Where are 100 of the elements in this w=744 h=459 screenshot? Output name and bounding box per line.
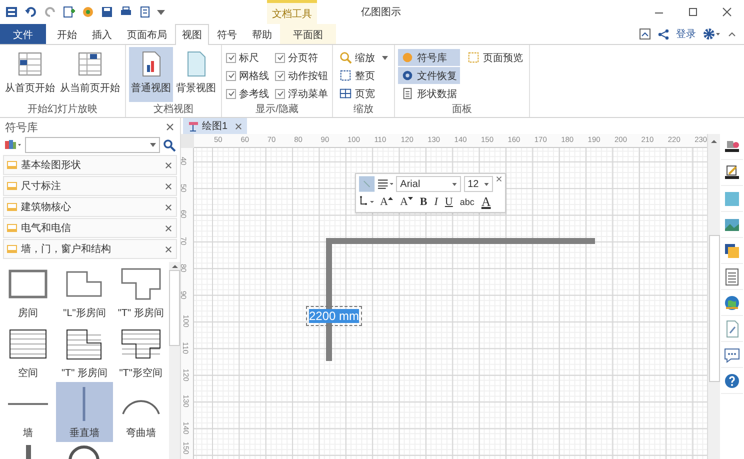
- folder-icon: [7, 160, 17, 170]
- close-icon[interactable]: [165, 246, 172, 252]
- italic-button[interactable]: I: [432, 196, 440, 208]
- close-icon[interactable]: [234, 122, 242, 130]
- library-item[interactable]: 电气和电信: [3, 218, 177, 238]
- close-icon[interactable]: [165, 224, 172, 232]
- shape-item[interactable]: "T"形空间: [112, 322, 169, 382]
- underline-button[interactable]: U: [442, 196, 455, 208]
- shape-item[interactable]: "L"形房间: [56, 262, 113, 322]
- ribbon-tab[interactable]: 平面图: [280, 24, 336, 44]
- maximize-icon[interactable]: [688, 7, 698, 17]
- ribbon-button[interactable]: 页宽: [336, 85, 391, 102]
- ribbon-button[interactable]: 缩放: [336, 49, 391, 66]
- view-button[interactable]: 背景视图: [174, 47, 218, 102]
- shape-thumbnail: [120, 268, 161, 300]
- font-color-button[interactable]: A: [479, 194, 493, 210]
- close-icon[interactable]: [496, 176, 502, 182]
- group-label: 文档视图: [152, 102, 194, 117]
- ribbon-button[interactable]: 形状数据: [398, 85, 460, 102]
- panel-title: 符号库: [5, 120, 38, 134]
- close-icon[interactable]: [165, 204, 172, 210]
- checkbox-label: 参考线: [239, 88, 269, 100]
- checkbox[interactable]: [226, 52, 236, 62]
- library-item[interactable]: 基本绘图形状: [3, 155, 177, 175]
- gear-icon: [401, 69, 414, 82]
- strikethrough-button[interactable]: abc: [458, 197, 476, 207]
- app-logo-icon[interactable]: [5, 5, 19, 19]
- search-field[interactable]: [25, 137, 160, 153]
- align-icon[interactable]: [378, 179, 394, 189]
- search-icon[interactable]: [163, 138, 176, 152]
- bold-button[interactable]: B: [418, 196, 430, 208]
- save-icon[interactable]: [100, 5, 114, 19]
- close-icon[interactable]: [166, 123, 174, 131]
- library-icon[interactable]: [4, 139, 22, 151]
- group-label: 面板: [451, 102, 473, 117]
- triangle-icon: [388, 196, 393, 201]
- undo-icon[interactable]: [24, 5, 38, 19]
- collapse-icon[interactable]: [728, 31, 736, 37]
- shape-item[interactable]: 墙: [0, 382, 56, 442]
- view-button[interactable]: 普通视图: [129, 47, 173, 102]
- checkbox-label: 网格线: [239, 70, 269, 82]
- close-icon[interactable]: [722, 7, 732, 17]
- folder-icon: [7, 202, 17, 212]
- shape-item[interactable]: 弯曲墙: [112, 382, 169, 442]
- shape-thumbnail: [120, 329, 161, 359]
- shape-item[interactable]: "T" 形房间: [112, 262, 169, 322]
- font-dropdown[interactable]: Arial: [396, 176, 461, 192]
- settings-icon[interactable]: [703, 28, 721, 40]
- shape-item[interactable]: "T" 形房间: [56, 322, 113, 382]
- page-icon[interactable]: [138, 5, 152, 19]
- document-tab[interactable]: 绘图1: [183, 118, 247, 134]
- checkbox[interactable]: [275, 52, 285, 62]
- library-item[interactable]: 墙，门，窗户和结构: [3, 239, 177, 259]
- caret-icon[interactable]: [150, 143, 156, 147]
- login-link[interactable]: 登录: [676, 27, 696, 41]
- view-button[interactable]: 从首页开始: [3, 47, 57, 102]
- caret-icon[interactable]: [484, 182, 490, 186]
- checkbox[interactable]: [275, 70, 285, 80]
- scrollbar-thumb[interactable]: [708, 235, 720, 382]
- shape-item[interactable]: 垂直墙: [56, 382, 113, 442]
- theme-icon[interactable]: [81, 5, 95, 19]
- library-item[interactable]: 建筑物核心: [3, 197, 177, 217]
- checkbox-label: 分页符: [288, 52, 318, 64]
- caret-icon[interactable]: [452, 182, 457, 186]
- close-icon[interactable]: [165, 182, 172, 190]
- shrink-font-button[interactable]: A: [398, 196, 415, 208]
- ribbon-button[interactable]: 文件恢复: [398, 67, 460, 84]
- ribbon-tab[interactable]: 帮助: [245, 24, 279, 44]
- scroll-up-icon[interactable]: [710, 137, 718, 145]
- shape-thumbnail: [68, 445, 100, 459]
- ribbon-tab[interactable]: 符号: [210, 24, 244, 44]
- ribbon-tab[interactable]: 页面布局: [120, 24, 174, 44]
- share-icon[interactable]: [658, 28, 669, 40]
- ribbon-button[interactable]: 符号库: [398, 49, 460, 66]
- font-size-dropdown[interactable]: 12: [464, 176, 494, 192]
- connector-icon[interactable]: [359, 196, 375, 208]
- ribbon-tab[interactable]: 开始: [50, 24, 84, 44]
- new-file-icon[interactable]: [62, 5, 76, 19]
- close-icon[interactable]: [165, 162, 172, 168]
- view-button[interactable]: 从当前页开始: [58, 47, 122, 102]
- screen-icon[interactable]: [639, 28, 651, 40]
- drawing-canvas[interactable]: 2200 mm Arial 12 A A B I U abc A: [194, 148, 707, 459]
- grow-font-button[interactable]: A: [378, 196, 395, 208]
- scrollbar-thumb[interactable]: [169, 270, 180, 346]
- checkbox[interactable]: [275, 88, 285, 98]
- magnifier-icon: [339, 51, 352, 64]
- group-label: 显示/隐藏: [254, 102, 300, 117]
- ribbon-button[interactable]: 整页: [336, 67, 391, 84]
- ribbon-tab[interactable]: 文件: [0, 24, 46, 44]
- checkbox[interactable]: [226, 88, 236, 98]
- caret-icon[interactable]: [157, 10, 165, 14]
- shape-item[interactable]: 房间: [0, 262, 56, 322]
- checkbox[interactable]: [226, 70, 236, 80]
- library-item[interactable]: 尺寸标注: [3, 176, 177, 196]
- shape-item[interactable]: 空间: [0, 322, 56, 382]
- folder-icon: [7, 223, 17, 233]
- ribbon-button[interactable]: 页面预览: [464, 49, 526, 66]
- folder-icon: [7, 181, 17, 191]
- ribbon-tab[interactable]: 视图: [175, 24, 209, 45]
- ribbon-tab[interactable]: 插入: [85, 24, 119, 44]
